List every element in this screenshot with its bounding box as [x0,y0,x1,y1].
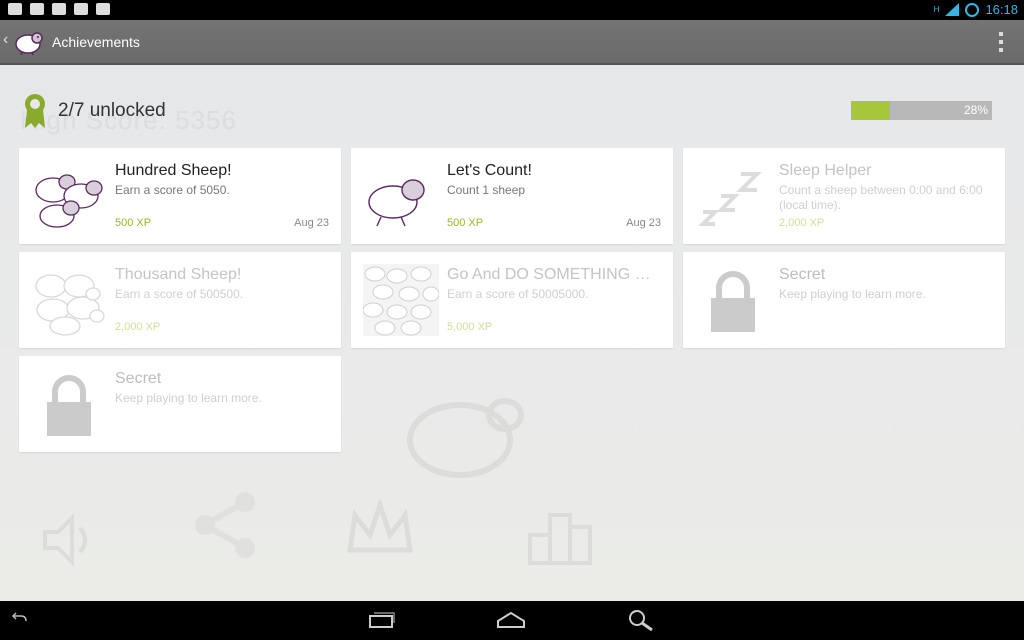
achievement-description: Earn a score of 50005000. [447,287,589,301]
achievement-card[interactable]: Thousand Sheep! Earn a score of 500500. … [19,252,341,348]
status-right: H 16:18 [934,2,1018,17]
signal-icon [945,3,960,16]
zzz-icon [698,172,762,226]
battery-icon [965,2,980,17]
achievement-title: Hundred Sheep! [115,162,232,179]
achievements-content: High Score: 5356 2/7 unlocked 28% Hundre… [0,65,1024,601]
achievement-xp: 2,000 XP [779,217,825,229]
status-bar: H 16:18 [0,0,1024,20]
progress-fill [851,101,891,120]
back-chevron-icon[interactable]: ‹ [3,31,8,49]
achievement-xp: 5,000 XP [447,321,493,333]
network-type: H [933,5,940,14]
three-sheep-icon [35,174,103,228]
recent-apps-icon[interactable] [368,609,396,629]
unlocked-count: 2/7 unlocked [58,100,166,121]
background-crown-icon [347,500,413,553]
achievement-title: Secret [779,266,826,283]
achievement-description: Earn a score of 500500. [115,287,244,301]
background-podium-icon [528,513,592,565]
achievement-card[interactable]: Sleep Helper Count a sheep between 0:00 … [683,148,1005,244]
lock-icon [47,375,91,436]
app-sheep-icon[interactable] [14,28,44,56]
sheep-icon [368,179,425,227]
search-icon[interactable] [628,609,654,631]
achievement-card[interactable]: Let's Count! Count 1 sheep 500 XP Aug 23 [351,148,673,244]
achievement-card[interactable]: Hundred Sheep! Earn a score of 5050. 500… [19,148,341,244]
gamepad-notification-icon [30,3,44,15]
award-ribbon-icon [25,94,45,128]
navigation-bar [0,601,1024,640]
chat-notification-icon [96,3,110,15]
sheep-flock-icon [35,274,105,336]
home-icon[interactable] [496,609,526,629]
overflow-menu-icon[interactable] [998,32,1004,52]
sheep-crowd-icon [363,264,439,336]
gallery-notification-icon [8,3,22,15]
email-notification-icon [74,3,88,15]
achievement-card[interactable]: Secret Keep playing to learn more. [683,252,1005,348]
background-speaker-icon [43,513,87,567]
achievement-description: Keep playing to learn more. [115,391,262,405]
screen: H 16:18 ‹ Achievements High Score: 5356 [0,0,1024,640]
achievement-card[interactable]: Go And DO SOMETHING US... Earn a score o… [351,252,673,348]
achievement-description: Keep playing to learn more. [779,287,926,301]
achievement-title: Let's Count! [447,162,532,179]
achievement-xp: 2,000 XP [115,321,161,333]
achievement-title: Sleep Helper [779,162,872,179]
achievement-xp: 500 XP [115,217,152,229]
achievement-progress-bar: 28% [851,101,992,120]
achievement-title: Thousand Sheep! [115,266,242,283]
achievement-description: Count a sheep between 0:00 and 6:00 (loc… [779,183,983,212]
achievement-xp: 500 XP [447,217,484,229]
action-bar: ‹ Achievements [0,20,1024,65]
achievement-date: Aug 23 [626,217,661,229]
lock-icon [711,271,755,332]
background-sheep-icon [407,398,524,478]
page-title: Achievements [52,34,140,50]
achievement-title: Go And DO SOMETHING US... [447,266,662,283]
background-share-icon [195,492,255,558]
achievement-card[interactable]: Secret Keep playing to learn more. [19,356,341,452]
progress-label: 28% [963,103,988,117]
achievement-description: Count 1 sheep [447,183,526,197]
achievement-date: Aug 23 [294,217,329,229]
achievement-description: Earn a score of 5050. [115,183,230,197]
unlocked-summary: 2/7 unlocked [22,92,166,130]
achievement-title: Secret [115,370,162,387]
back-nav-icon[interactable] [10,609,30,629]
clock: 16:18 [985,2,1018,17]
key-notification-icon [52,3,66,15]
notification-icons [8,3,110,15]
